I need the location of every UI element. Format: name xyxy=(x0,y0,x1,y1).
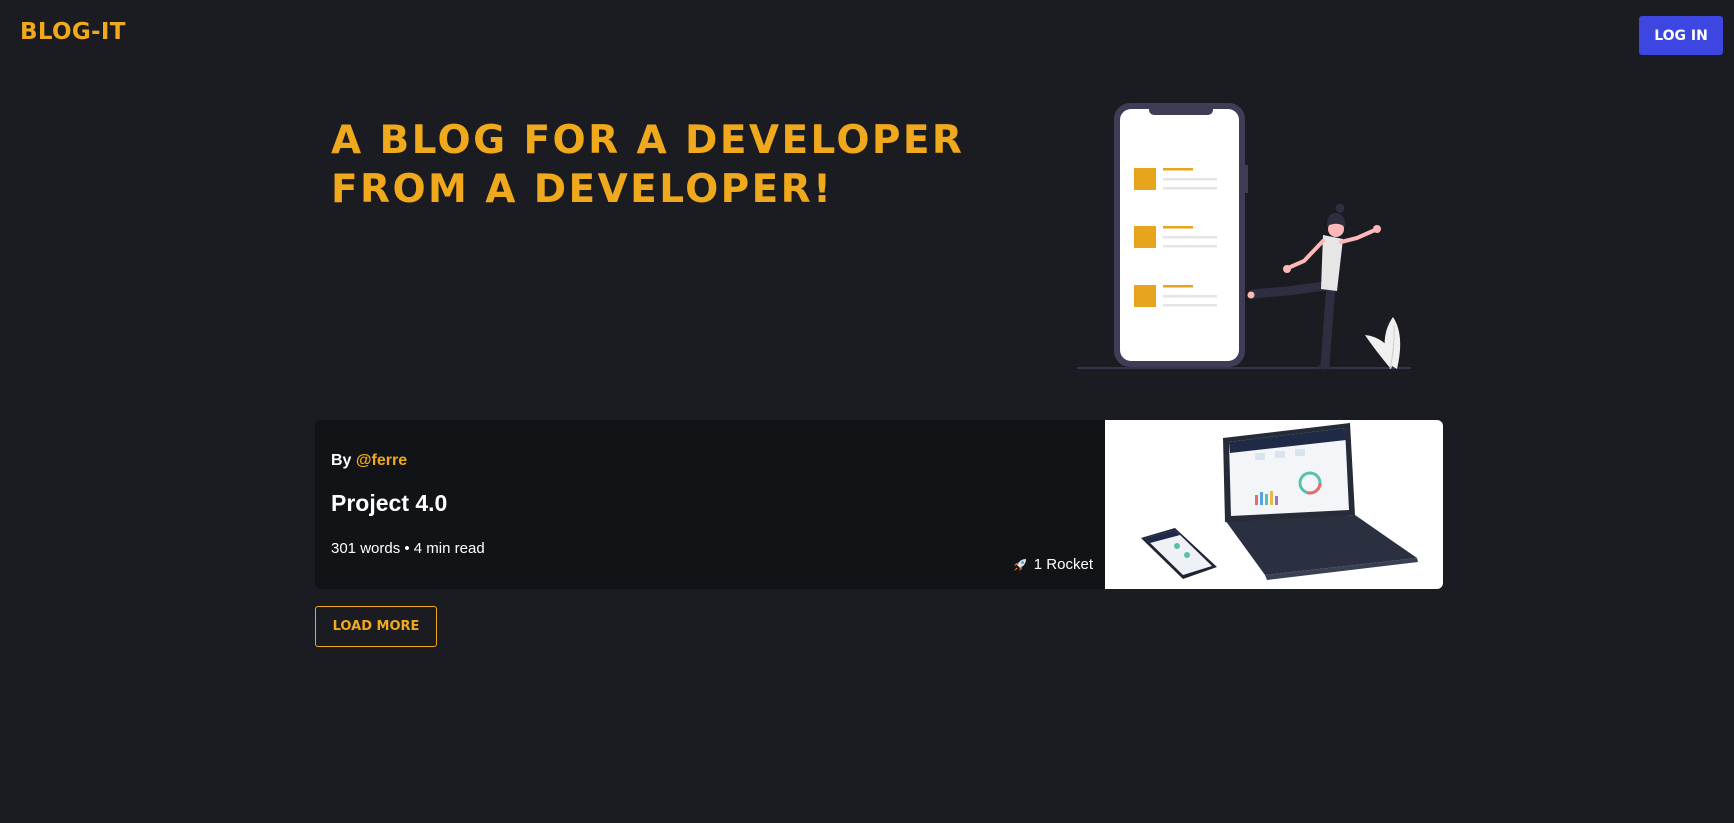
navbar: BLOG-IT LOG IN xyxy=(0,0,1734,70)
hero-illustration xyxy=(1077,103,1411,370)
rocket-icon xyxy=(1013,558,1026,571)
hero-title-line-2: FROM A DEVELOPER! xyxy=(331,167,834,212)
plant-decoration xyxy=(1365,317,1401,370)
login-button[interactable]: LOG IN xyxy=(1639,16,1723,55)
post-reactions-count: 1 Rocket xyxy=(1033,556,1093,573)
post-title[interactable]: Project 4.0 xyxy=(331,490,447,517)
hero-title: A BLOG FOR A DEVELOPER FROM A DEVELOPER! xyxy=(331,116,1031,214)
post-author-handle[interactable]: @ferre xyxy=(356,452,407,469)
post-card[interactable]: By @ferre Project 4.0 301 words • 4 min … xyxy=(315,420,1443,589)
post-author: By @ferre xyxy=(331,452,407,470)
post-reactions: 1 Rocket xyxy=(1012,556,1093,573)
post-author-prefix: By xyxy=(331,452,352,469)
post-meta: 301 words • 4 min read xyxy=(331,540,485,557)
post-thumbnail[interactable] xyxy=(1105,420,1443,589)
laptop-phone-dashboard-image xyxy=(1141,423,1418,580)
person-figure xyxy=(1247,203,1381,370)
brand-logo[interactable]: BLOG-IT xyxy=(20,19,126,45)
hero-title-line-1: A BLOG FOR A DEVELOPER xyxy=(331,118,965,163)
load-more-button[interactable]: LOAD MORE xyxy=(315,606,437,647)
